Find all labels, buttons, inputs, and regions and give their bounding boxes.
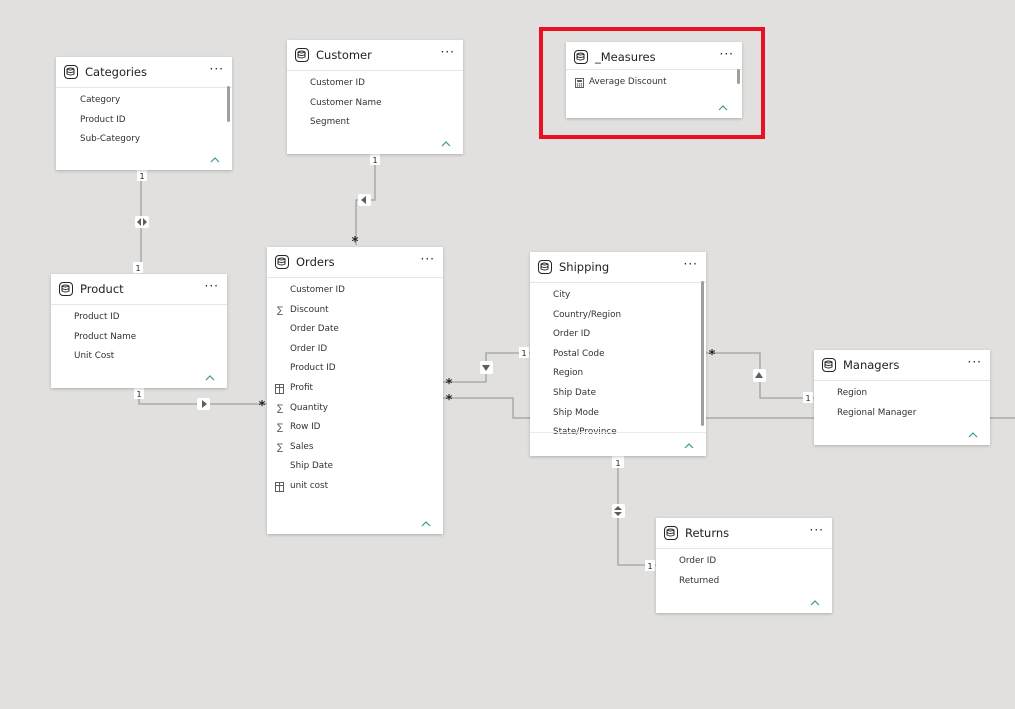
field-item[interactable]: Region xyxy=(530,364,706,384)
collapse-chevron-icon[interactable] xyxy=(441,140,451,148)
cardinality-many: * xyxy=(446,377,453,392)
collapse-chevron-icon[interactable] xyxy=(421,520,431,528)
cardinality-one: 1 xyxy=(615,459,620,468)
field-item[interactable]: Customer ID xyxy=(287,74,463,94)
field-item[interactable]: ∑ Discount xyxy=(267,301,443,321)
more-options-button[interactable]: ··· xyxy=(205,280,219,292)
field-item[interactable]: Country/Region xyxy=(530,306,706,326)
table-card-product[interactable]: Product ··· Product ID Product Name Unit… xyxy=(51,274,227,388)
table-card-orders[interactable]: Orders ··· Customer ID ∑ Discount Order D… xyxy=(267,247,443,534)
field-item[interactable]: Regional Manager xyxy=(814,404,990,424)
field-item[interactable]: Segment xyxy=(287,113,463,133)
cardinality-one: 1 xyxy=(135,264,140,273)
field-item[interactable]: State/Province xyxy=(530,423,706,436)
table-icon xyxy=(538,260,552,274)
table-header[interactable]: Returns ··· xyxy=(656,518,832,549)
field-item[interactable]: Category xyxy=(56,91,232,111)
cardinality-many: * xyxy=(709,348,716,363)
field-item[interactable]: unit cost xyxy=(267,477,443,497)
field-item[interactable]: ∑ Sales xyxy=(267,438,443,458)
cardinality-one: 1 xyxy=(805,394,810,403)
table-title: Shipping xyxy=(559,260,610,274)
cardinality-labels: 1 1 1 * 1 * * * 1 * 1 1 1 xyxy=(133,154,813,571)
cardinality-one: 1 xyxy=(521,349,526,358)
collapse-chevron-icon[interactable] xyxy=(968,431,978,439)
scrollbar[interactable] xyxy=(227,86,230,122)
more-options-button[interactable]: ··· xyxy=(421,253,435,265)
field-item[interactable]: Product ID xyxy=(56,111,232,131)
more-options-button[interactable]: ··· xyxy=(210,63,224,75)
sigma-icon: ∑ xyxy=(276,442,284,453)
table-title: Returns xyxy=(685,526,730,540)
field-item[interactable]: City xyxy=(530,286,706,306)
field-item[interactable]: Order ID xyxy=(267,340,443,360)
table-title: Managers xyxy=(843,358,900,372)
table-icon xyxy=(664,526,678,540)
more-options-button[interactable]: ··· xyxy=(810,524,824,536)
table-icon xyxy=(295,48,309,62)
collapse-chevron-icon[interactable] xyxy=(810,599,820,607)
table-card-managers[interactable]: Managers ··· Region Regional Manager xyxy=(814,350,990,445)
field-item[interactable]: Product ID xyxy=(51,308,227,328)
field-item[interactable]: ∑ Quantity xyxy=(267,399,443,419)
field-item[interactable]: Unit Cost xyxy=(51,347,227,367)
table-icon xyxy=(822,358,836,372)
table-header[interactable]: Shipping ··· xyxy=(530,252,706,283)
table-card-categories[interactable]: Categories ··· Category Product ID Sub-C… xyxy=(56,57,232,170)
table-icon xyxy=(59,282,73,296)
field-item[interactable]: Region xyxy=(814,384,990,404)
highlight-annotation-box xyxy=(539,27,765,139)
table-card-returns[interactable]: Returns ··· Order ID Returned xyxy=(656,518,832,613)
sigma-icon: ∑ xyxy=(276,423,284,434)
scrollbar[interactable] xyxy=(701,281,704,426)
sigma-icon: ∑ xyxy=(276,403,284,414)
model-canvas[interactable]: 1 1 1 * 1 * * * 1 * 1 1 1 Categories ···… xyxy=(0,0,1015,709)
table-header[interactable]: Product ··· xyxy=(51,274,227,305)
table-header[interactable]: Customer ··· xyxy=(287,40,463,71)
collapse-chevron-icon[interactable] xyxy=(210,156,220,164)
field-item[interactable]: Ship Date xyxy=(530,384,706,404)
field-item[interactable]: Profit xyxy=(267,379,443,399)
table-title: Customer xyxy=(316,48,372,62)
cardinality-one: 1 xyxy=(647,562,652,571)
field-item[interactable]: Returned xyxy=(656,572,832,592)
table-title: Categories xyxy=(85,65,147,79)
cardinality-one: 1 xyxy=(136,390,141,399)
field-item[interactable]: Customer ID xyxy=(267,281,443,301)
table-icon xyxy=(64,65,78,79)
field-item[interactable]: Product ID xyxy=(267,359,443,379)
sigma-icon: ∑ xyxy=(276,305,284,316)
table-header[interactable]: Orders ··· xyxy=(267,247,443,278)
field-item[interactable]: Order ID xyxy=(656,552,832,572)
calculated-column-icon xyxy=(275,481,285,492)
cardinality-many: * xyxy=(446,393,453,408)
field-item[interactable]: Ship Mode xyxy=(530,404,706,424)
field-item[interactable]: Customer Name xyxy=(287,94,463,114)
table-header[interactable]: Categories ··· xyxy=(56,57,232,88)
field-item[interactable]: Order ID xyxy=(530,325,706,345)
cardinality-one: 1 xyxy=(139,172,144,181)
table-header[interactable]: Managers ··· xyxy=(814,350,990,381)
field-item[interactable]: Postal Code xyxy=(530,345,706,365)
table-card-customer[interactable]: Customer ··· Customer ID Customer Name S… xyxy=(287,40,463,154)
table-icon xyxy=(275,255,289,269)
more-options-button[interactable]: ··· xyxy=(684,258,698,270)
field-item[interactable]: Ship Date xyxy=(267,457,443,477)
rel-orders-shipping-2 xyxy=(443,397,530,419)
collapse-chevron-icon[interactable] xyxy=(205,374,215,382)
field-item[interactable]: Order Date xyxy=(267,320,443,340)
table-title: Orders xyxy=(296,255,335,269)
field-item[interactable]: ∑ Row ID xyxy=(267,418,443,438)
cardinality-one: 1 xyxy=(372,156,377,165)
field-item[interactable]: Sub-Category xyxy=(56,130,232,150)
cardinality-many: * xyxy=(259,399,266,414)
more-options-button[interactable]: ··· xyxy=(441,46,455,58)
table-card-shipping[interactable]: Shipping ··· City Country/Region Order I… xyxy=(530,252,706,456)
table-title: Product xyxy=(80,282,124,296)
field-item[interactable]: Product Name xyxy=(51,328,227,348)
calculated-column-icon xyxy=(275,383,285,394)
collapse-chevron-icon[interactable] xyxy=(684,442,694,450)
more-options-button[interactable]: ··· xyxy=(968,356,982,368)
